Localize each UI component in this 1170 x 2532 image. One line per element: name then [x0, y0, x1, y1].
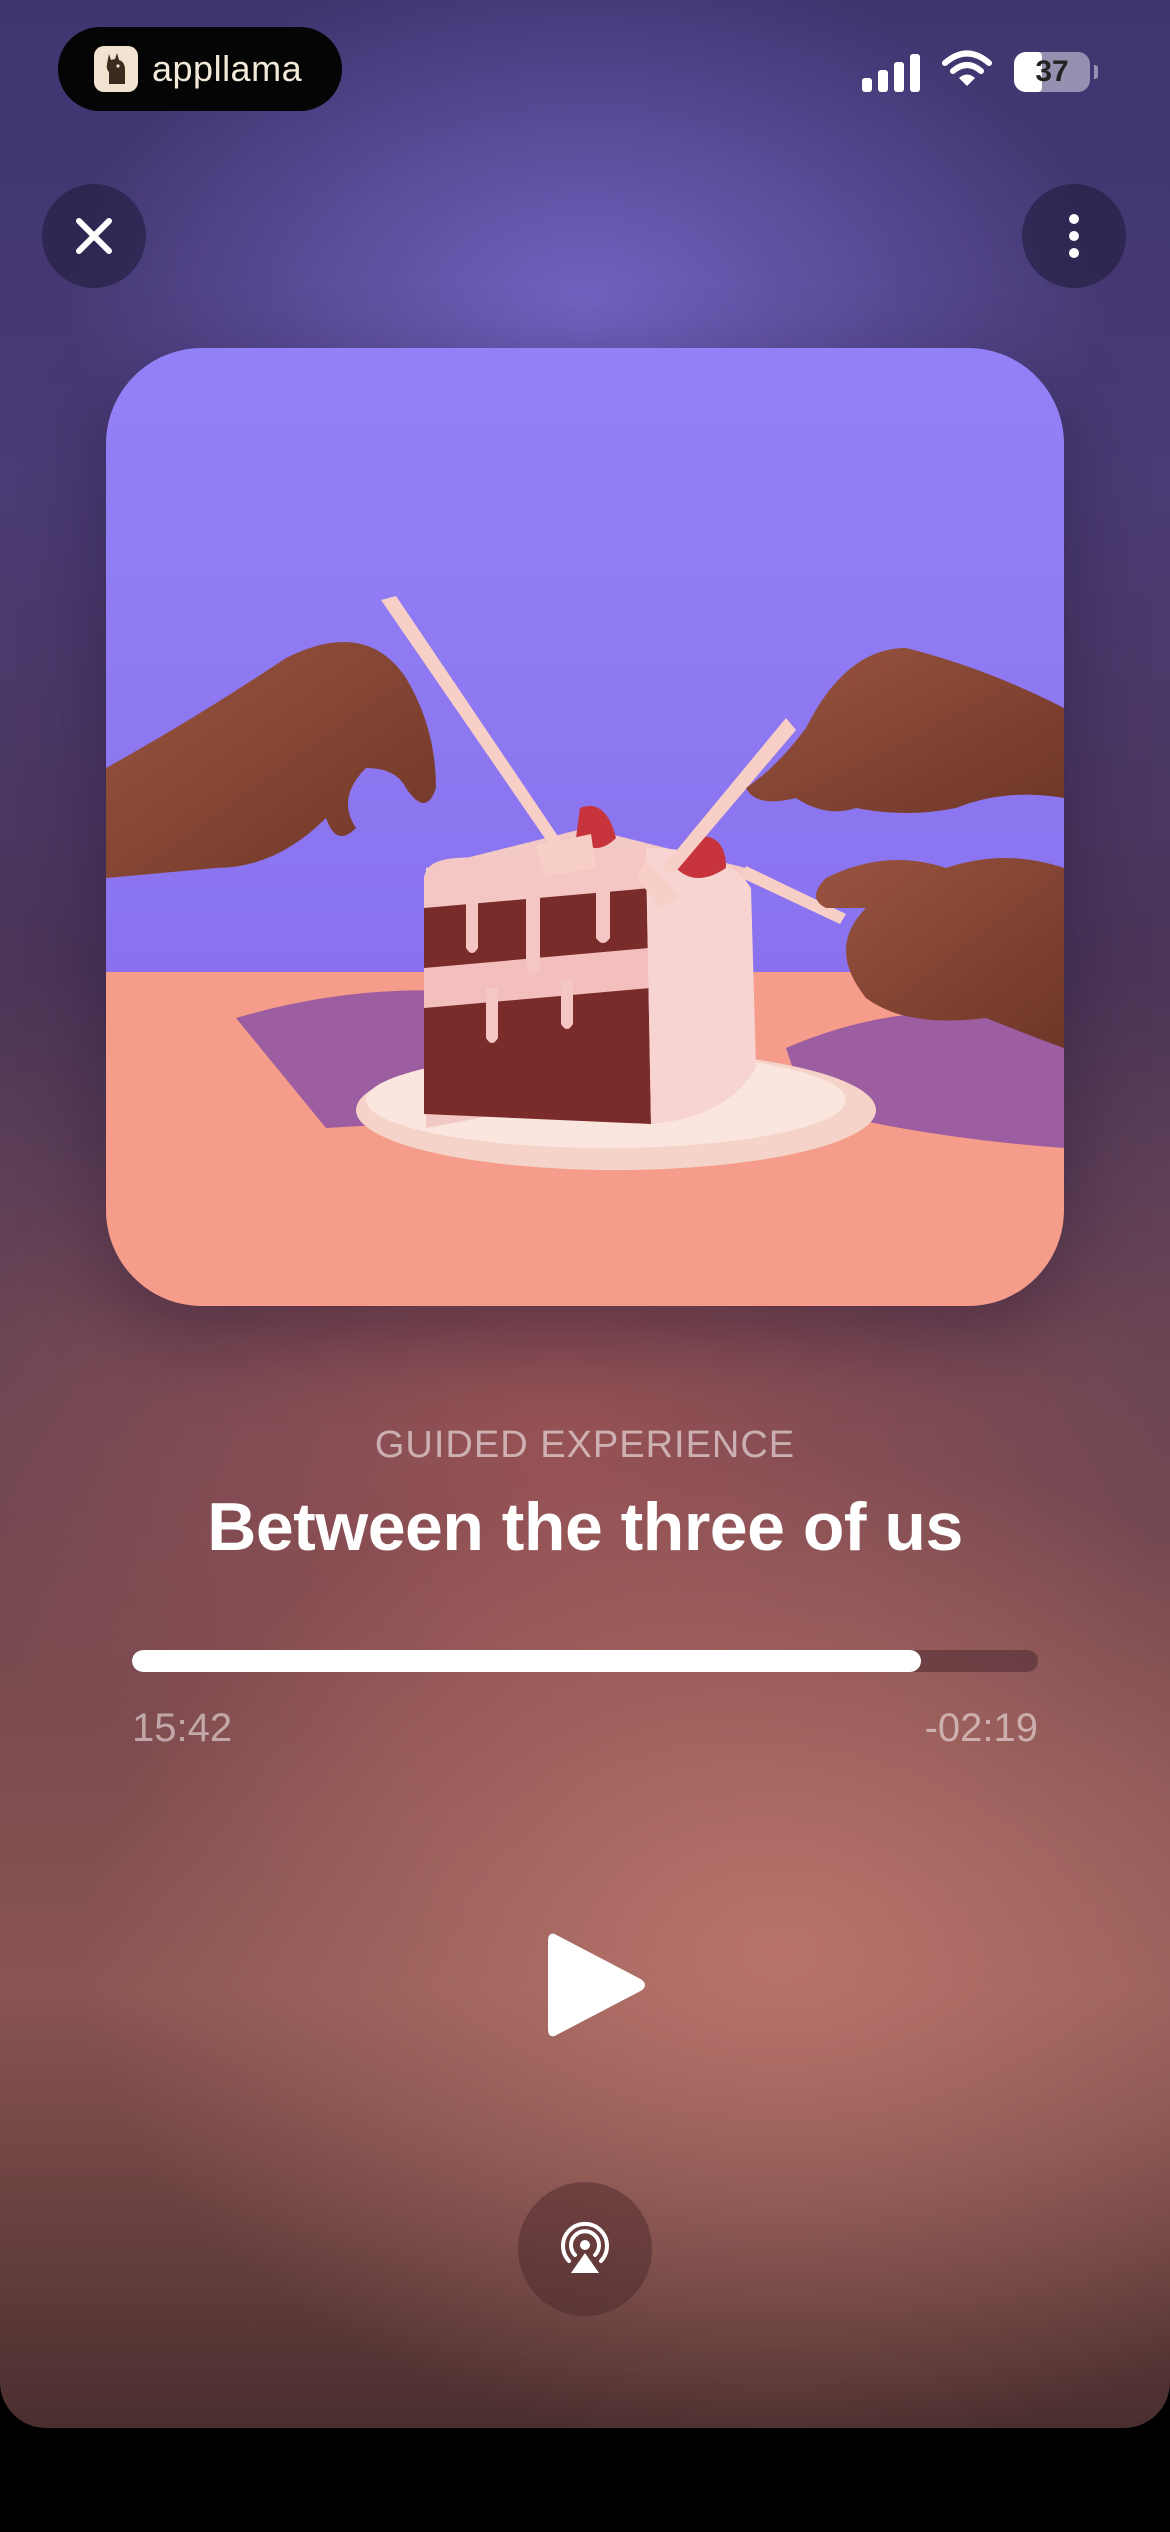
play-icon [548, 1933, 645, 2037]
wifi-icon [942, 50, 992, 93]
more-vertical-icon [1069, 214, 1079, 258]
player-screen: appllama 37 GUIDED EXPERIENCE Between th… [0, 0, 1170, 2428]
app-name: appllama [152, 48, 303, 89]
progress-fill [132, 1650, 922, 1672]
remaining-time: -02:19 [924, 1706, 1038, 1750]
play-button[interactable] [535, 1920, 655, 2050]
track-artwork [106, 348, 1064, 1306]
track-title: Between the three of us [207, 1489, 963, 1565]
cake-illustration [106, 348, 1064, 1306]
cellular-signal-icon [862, 52, 920, 92]
airplay-icon [561, 2221, 609, 2273]
llama-icon [94, 46, 138, 92]
track-category: GUIDED EXPERIENCE [374, 1424, 796, 1466]
airplay-button[interactable] [518, 2182, 652, 2316]
status-indicators: 37 [862, 50, 1098, 93]
more-options-button[interactable] [1022, 184, 1126, 288]
battery-level: 37 [1035, 54, 1069, 88]
playback-progress-bar[interactable] [132, 1650, 1038, 1672]
elapsed-time: 15:42 [132, 1706, 233, 1750]
close-icon [76, 218, 112, 254]
app-badge[interactable]: appllama [58, 27, 342, 111]
close-button[interactable] [42, 184, 146, 288]
battery-indicator: 37 [1014, 51, 1098, 92]
